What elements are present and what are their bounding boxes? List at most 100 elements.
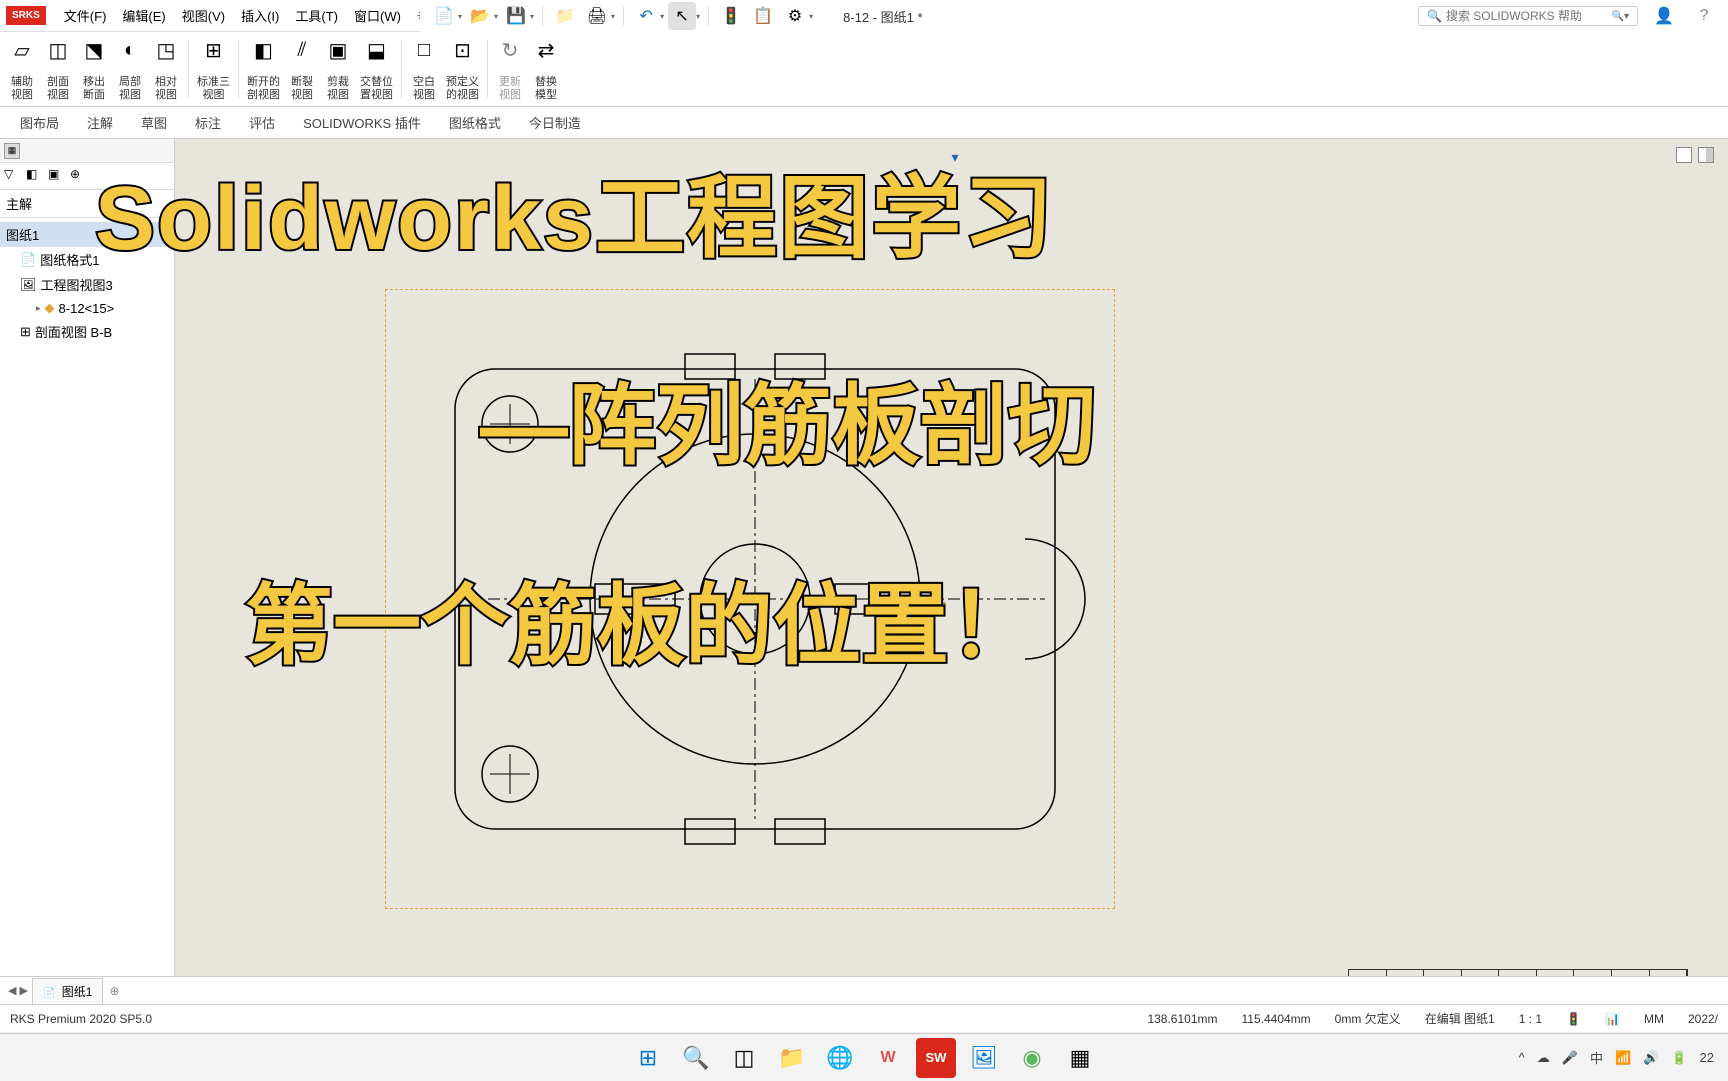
menu-view[interactable]: 视图(V) — [174, 2, 233, 29]
explorer-icon[interactable]: 📁 — [772, 1038, 812, 1078]
status-flag-icon[interactable]: 🚦 — [1566, 1012, 1581, 1026]
options-icon[interactable]: ⚙ — [781, 2, 809, 30]
status-product: RKS Premium 2020 SP5.0 — [10, 1012, 152, 1026]
tray-battery-icon[interactable]: 🔋 — [1671, 1050, 1687, 1066]
user-icon[interactable]: 👤 — [1650, 2, 1678, 30]
start-icon[interactable]: ⊞ — [628, 1038, 668, 1078]
ribbon-alternate-pos[interactable]: ⬓交替位 置视图 — [356, 34, 397, 104]
ribbon-standard-3view[interactable]: ⊞标准三 视图 — [193, 34, 234, 104]
tree-item-drawing-view3[interactable]: 🖼工程图视图3 — [0, 272, 174, 297]
app-icon-2[interactable]: ▦ — [1060, 1038, 1100, 1078]
ribbon-crop-view[interactable]: ▣剪裁 视图 — [320, 34, 356, 104]
save-icon[interactable]: 💾 — [502, 2, 530, 30]
tray-chevron-icon[interactable]: ^ — [1519, 1050, 1525, 1065]
tree-item-section-bb[interactable]: ⊞剖面视图 B-B — [0, 319, 174, 344]
ribbon-update-view[interactable]: ↻更新 视图 — [492, 34, 528, 104]
quick-toolbar: 📄▾ 📂▾ 💾▾ 📁 🖨▾ ↶▾ ↖▾ 🚦 📋 ⚙▾ 8-12 - 图纸1 * … — [420, 0, 1728, 32]
properties-icon[interactable]: 📋 — [749, 2, 777, 30]
windows-taskbar: ⊞ 🔍 ◫ 📁 🌐 W SW 🖼 ◉ ▦ ^ ☁ 🎤 中 📶 🔊 🔋 22 — [0, 1033, 1728, 1081]
menu-tools[interactable]: 工具(T) — [287, 2, 346, 29]
edge-icon[interactable]: 🌐 — [820, 1038, 860, 1078]
tray-ime[interactable]: 中 — [1590, 1048, 1603, 1067]
overlay-line3: 第一个筋板的位置！ — [245, 555, 1037, 682]
broken-section-icon: ◧ — [250, 36, 278, 64]
folder-icon[interactable]: 📁 — [551, 2, 579, 30]
ribbon-replace-model[interactable]: ⇄替换 模型 — [528, 34, 564, 104]
standard-3view-icon: ⊞ — [200, 36, 228, 64]
status-y: 115.4404mm — [1242, 1012, 1311, 1026]
camtasia-icon[interactable]: ◉ — [1012, 1038, 1052, 1078]
filter-icon-4[interactable]: ⊕ — [70, 167, 88, 185]
search-task-icon[interactable]: 🔍 — [676, 1038, 716, 1078]
tab-layout[interactable]: 图布局 — [6, 107, 73, 138]
tab-sketch[interactable]: 草图 — [127, 107, 181, 138]
open-icon[interactable]: 📂 — [466, 2, 494, 30]
sheet-icon: 📄 — [43, 988, 55, 999]
wps-icon[interactable]: W — [868, 1038, 908, 1078]
status-chart-icon[interactable]: 📊 — [1605, 1012, 1620, 1026]
ribbon-tabs: 图布局 注解 草图 标注 评估 SOLIDWORKS 插件 图纸格式 今日制造 — [0, 107, 1728, 139]
tray-mic-icon[interactable]: 🎤 — [1562, 1050, 1578, 1066]
tray-time[interactable]: 22 — [1700, 1050, 1714, 1065]
viewport-split-icon[interactable] — [1698, 147, 1714, 163]
search-box[interactable]: 🔍 🔍▾ — [1418, 6, 1638, 26]
part-icon: ◆ — [45, 300, 55, 316]
search-input[interactable] — [1446, 9, 1612, 23]
rebuild-icon[interactable]: 🚦 — [717, 2, 745, 30]
undo-icon[interactable]: ↶ — [632, 2, 660, 30]
ribbon-predefined-view[interactable]: ⊡预定义 的视图 — [442, 34, 483, 104]
print-icon[interactable]: 🖨 — [583, 2, 611, 30]
tree-item-part[interactable]: ▸◆8-12<15> — [0, 297, 174, 319]
help-icon[interactable]: ? — [1690, 2, 1718, 30]
crop-view-icon: ▣ — [324, 36, 352, 64]
alternate-pos-icon: ⬓ — [363, 36, 391, 64]
drawing-view-icon: 🖼 — [20, 277, 37, 293]
sheet-tab-1[interactable]: 📄 图纸1 — [32, 978, 103, 1004]
menu-insert[interactable]: 插入(I) — [233, 2, 287, 29]
ribbon-empty-view[interactable]: □空白 视图 — [406, 34, 442, 104]
filter-icon[interactable]: ▽ — [4, 167, 22, 185]
tray-onedrive-icon[interactable]: ☁ — [1537, 1050, 1550, 1066]
new-icon[interactable]: 📄 — [430, 2, 458, 30]
add-sheet-icon[interactable]: ⊕ — [109, 984, 119, 998]
app-icon-1[interactable]: 🖼 — [964, 1038, 1004, 1078]
taskview-icon[interactable]: ◫ — [724, 1038, 764, 1078]
filter-icon-3[interactable]: ▣ — [48, 167, 66, 185]
tab-sheet-format[interactable]: 图纸格式 — [435, 107, 515, 138]
ribbon-detail-view[interactable]: ◐局部 视图 — [112, 34, 148, 104]
ribbon-section-view[interactable]: ◫剖面 视图 — [40, 34, 76, 104]
filter-icon-2[interactable]: ◧ — [26, 167, 44, 185]
tray-wifi-icon[interactable]: 📶 — [1615, 1050, 1631, 1066]
tree-tab-icon[interactable]: ▦ — [4, 143, 20, 159]
tab-mbd[interactable]: 今日制造 — [515, 107, 595, 138]
tray-volume-icon[interactable]: 🔊 — [1643, 1050, 1659, 1066]
ribbon: ▱辅助 视图 ◫剖面 视图 ⬔移出 断面 ◐局部 视图 ◳相对 视图 ⊞标准三 … — [0, 32, 1728, 107]
ribbon-removed-section[interactable]: ⬔移出 断面 — [76, 34, 112, 104]
aux-view-icon: ▱ — [8, 36, 36, 64]
solidworks-icon[interactable]: SW — [916, 1038, 956, 1078]
tab-addins[interactable]: SOLIDWORKS 插件 — [289, 107, 435, 138]
menu-window[interactable]: 窗口(W) — [346, 2, 409, 29]
ribbon-aux-view[interactable]: ▱辅助 视图 — [4, 34, 40, 104]
menu-file[interactable]: 文件(F) — [56, 2, 115, 29]
viewport-single-icon[interactable] — [1676, 147, 1692, 163]
status-date: 2022/ — [1688, 1012, 1718, 1026]
ribbon-break-view[interactable]: ⫽断裂 视图 — [284, 34, 320, 104]
menu-edit[interactable]: 编辑(E) — [114, 2, 173, 29]
predefined-view-icon: ⊡ — [449, 36, 477, 64]
feature-tree: 图纸1 📄图纸格式1 🖼工程图视图3 ▸◆8-12<15> ⊞剖面视图 B-B — [0, 218, 174, 1019]
ribbon-relative-view[interactable]: ◳相对 视图 — [148, 34, 184, 104]
status-units[interactable]: MM — [1644, 1012, 1664, 1026]
tab-dimension[interactable]: 标注 — [181, 107, 235, 138]
status-scale[interactable]: 1 : 1 — [1519, 1012, 1542, 1026]
replace-model-icon: ⇄ — [532, 36, 560, 64]
sheet-tabs-bar: ◀ ▶ 📄 图纸1 ⊕ — [0, 976, 1728, 1004]
search-icon: 🔍 — [1427, 9, 1442, 23]
app-logo: SRKS — [6, 6, 46, 25]
tab-annotation[interactable]: 注解 — [73, 107, 127, 138]
tab-evaluate[interactable]: 评估 — [235, 107, 289, 138]
select-icon[interactable]: ↖ — [668, 2, 696, 30]
update-view-icon: ↻ — [496, 36, 524, 64]
search-dropdown-icon[interactable]: 🔍▾ — [1612, 11, 1629, 22]
ribbon-broken-section[interactable]: ◧断开的 剖视图 — [243, 34, 284, 104]
